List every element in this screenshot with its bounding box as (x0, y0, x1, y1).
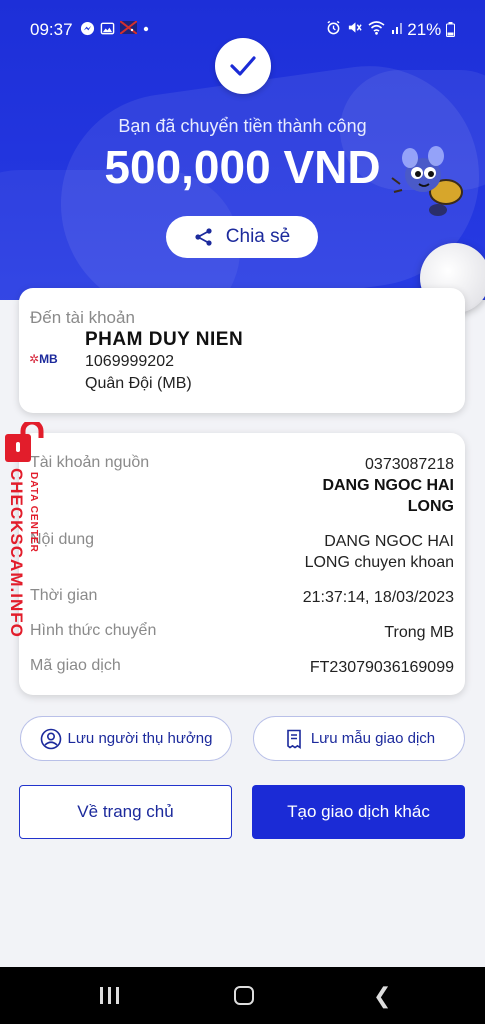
share-label: Chia sẻ (225, 226, 291, 247)
back-button[interactable]: ❮ (373, 984, 391, 1009)
home-button[interactable]: Về trang chủ (19, 785, 232, 839)
success-check-badge (215, 38, 271, 94)
recipient-bank-name: Quân Đội (MB) (85, 375, 192, 392)
content-line2: LONG chuyen khoan (304, 554, 454, 571)
status-icons-right (326, 20, 405, 39)
recipient-account-number: 1069999202 (85, 353, 174, 370)
status-icons-left (80, 20, 150, 39)
save-beneficiary-label: Lưu người thụ hưởng (67, 730, 213, 747)
signal-icon (391, 20, 405, 39)
checkmark-icon (230, 56, 256, 76)
messenger-icon (80, 21, 95, 39)
mb-bank-logo: ✲MB (29, 352, 58, 366)
battery-indicator: 21% (407, 20, 455, 40)
share-icon (195, 228, 212, 246)
flag-icon (119, 20, 138, 39)
source-account-number: 0373087218 (365, 456, 454, 473)
alarm-icon (326, 20, 341, 39)
share-button[interactable]: Chia sẻ (166, 216, 318, 258)
battery-percent: 21% (407, 20, 442, 39)
method-value: Trong MB (384, 624, 454, 641)
transaction-id-value: FT23079036169099 (309, 659, 454, 676)
content-line1: DANG NGOC HAI (324, 533, 454, 550)
source-account-name: DANG NGOC HAI LONG (322, 475, 454, 517)
status-time: 09:37 (30, 20, 73, 39)
content-value: DANG NGOC HAI LONG chuyen khoan (305, 531, 454, 573)
success-message: Bạn đã chuyển tiền thành công (118, 116, 367, 136)
checkscam-watermark: CHECKSCAM.INFO DATA CENTER (0, 420, 52, 660)
watermark-sub: DATA CENTER (28, 472, 39, 553)
system-navigation-bar: ❮ (0, 967, 485, 1024)
save-template-button[interactable]: Lưu mẫu giao dịch (253, 716, 465, 761)
recipient-card: Đến tài khoản ✲MB PHAM DUY NIEN 10699992… (19, 288, 465, 413)
time-value: 21:37:14, 18/03/2023 (302, 589, 454, 606)
recipient-label: Đến tài khoản (30, 308, 135, 327)
receipt-icon (287, 729, 301, 749)
save-beneficiary-button[interactable]: Lưu người thụ hưởng (20, 716, 232, 761)
save-template-label: Lưu mẫu giao dịch (310, 730, 436, 747)
watermark-brand: CHECKSCAM.INFO (7, 468, 26, 638)
source-account-name-line2: LONG (407, 498, 454, 515)
star-icon: ✲ (29, 352, 40, 366)
lock-icon (5, 422, 44, 462)
transaction-details-card: Tài khoản nguồn 0373087218 DANG NGOC HAI… (19, 433, 465, 695)
battery-icon (446, 22, 455, 37)
wifi-icon (368, 20, 385, 39)
recipient-name: PHAM DUY NIEN (85, 329, 244, 350)
bee-mascot-icon (388, 140, 468, 220)
user-circle-icon (40, 728, 61, 749)
recent-apps-button[interactable] (100, 987, 119, 1004)
source-account-name-line1: DANG NGOC HAI (322, 477, 454, 494)
dot-icon (142, 21, 150, 39)
gallery-icon (100, 21, 115, 39)
mute-icon (347, 20, 362, 39)
mb-logo-text: MB (39, 352, 58, 366)
home-nav-button[interactable] (234, 986, 254, 1005)
new-transaction-button[interactable]: Tạo giao dịch khác (252, 785, 465, 839)
